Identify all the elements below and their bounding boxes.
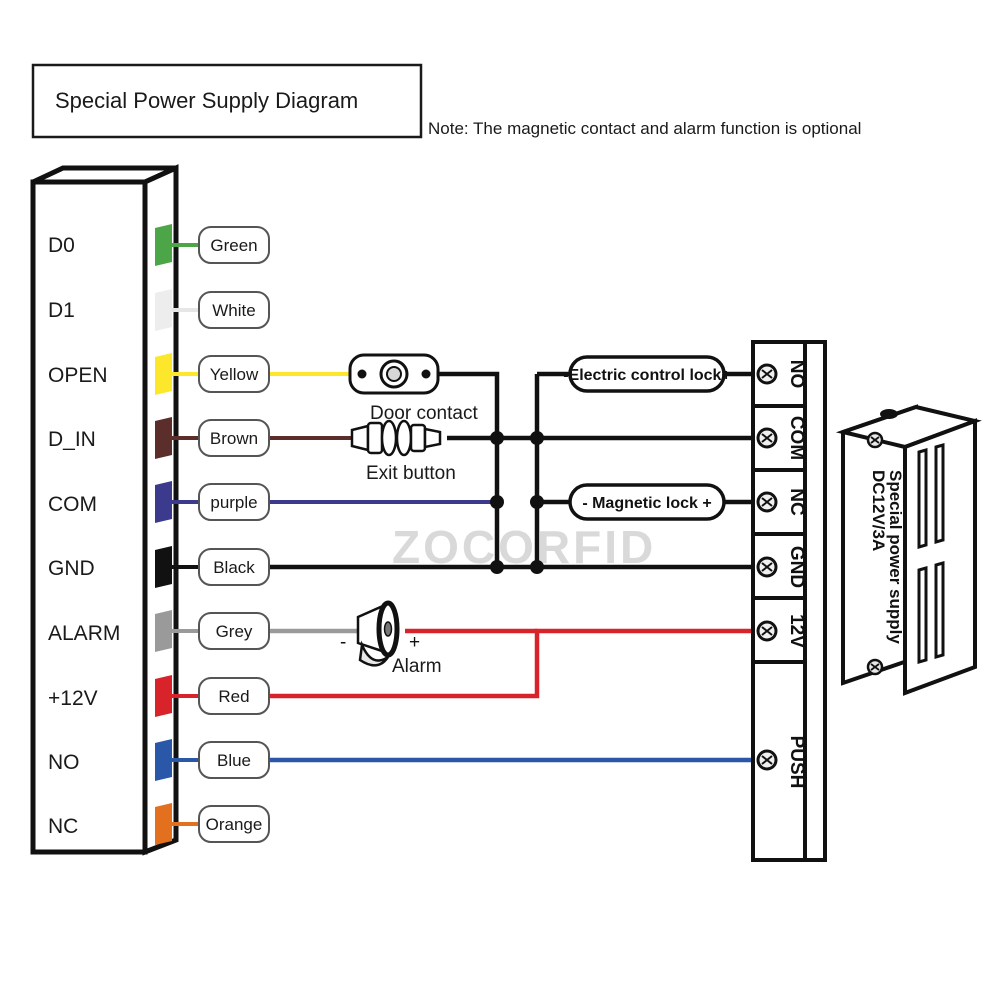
wire-color-pills: Green White Yellow Brown purple Black Gr… (198, 226, 270, 843)
wire-color-label-white: White (212, 301, 255, 320)
power-supply-model-line2: Special power supply (886, 470, 905, 644)
power-terminal-label-no: NO (786, 360, 807, 389)
terminal-screw-nc (756, 491, 778, 513)
wiring-diagram-svg: ZOCORFID Special Power Supply Diagram No… (30, 63, 982, 862)
wire-color-label-grey: Grey (216, 622, 253, 641)
terminal-screw-12v (756, 620, 778, 642)
controller-terminal-label-open: OPEN (48, 364, 108, 387)
wire-color-label-purple: purple (210, 493, 257, 512)
controller-terminal-label-12v: +12V (48, 687, 98, 710)
wire-color-label-red: Red (218, 687, 249, 706)
wire-pad-red (155, 675, 172, 717)
alarm-caption: Alarm (392, 656, 442, 677)
wire-pad-green (155, 224, 172, 266)
controller-terminal-label-gnd: GND (48, 557, 95, 580)
wire-pad-orange (155, 803, 172, 845)
power-terminal-label-12v: 12V (786, 614, 807, 648)
wire-pad-purple (155, 481, 172, 523)
wire-pad-blue (155, 739, 172, 781)
wire-color-pill-grey: Grey (198, 612, 270, 650)
controller-terminal-label-din: D_IN (48, 428, 96, 451)
power-supply-terminal-block: NO COM NC GND 12V PUSH (751, 340, 827, 862)
power-terminal-label-gnd: GND (786, 546, 807, 588)
wire-color-pill-black: Black (198, 548, 270, 586)
wire-color-pill-green: Green (198, 226, 270, 264)
controller-terminal-label-no: NO (48, 751, 80, 774)
terminal-screw-push (756, 749, 778, 771)
wire-pad-black (155, 546, 172, 588)
controller-terminal-label-d0: D0 (48, 234, 75, 257)
wire-color-pill-orange: Orange (198, 805, 270, 843)
wire-color-pill-white: White (198, 291, 270, 329)
door-contact-device (348, 353, 440, 395)
terminal-screw-gnd (756, 556, 778, 578)
controller-terminal-label-nc: NC (48, 815, 78, 838)
door-contact-screw-right (421, 369, 431, 379)
controller-terminal-label-com: COM (48, 493, 97, 516)
wire-color-label-orange: Orange (206, 815, 263, 834)
controller-terminal-label-d1: D1 (48, 299, 75, 322)
wire-color-label-green: Green (210, 236, 257, 255)
wire-color-label-yellow: Yellow (210, 365, 259, 384)
page-title: Special Power Supply Diagram (55, 88, 358, 113)
power-supply-model-line1: DC12V/3A (869, 470, 888, 551)
power-supply-knockout-hole (880, 409, 898, 419)
exit-button-device (350, 419, 442, 457)
wire-color-pill-red: Red (198, 677, 270, 715)
wire-pad-white (155, 289, 172, 331)
wire-color-pill-brown: Brown (198, 419, 270, 457)
power-terminal-label-com: COM (786, 416, 807, 460)
wire-color-pill-blue: Blue (198, 741, 270, 779)
wire-pad-yellow (155, 353, 172, 395)
power-supply-box: DC12V/3A Special power supply (835, 404, 982, 696)
title-box: Special Power Supply Diagram (31, 63, 423, 139)
magnetic-lock-label: - Magnetic lock + (582, 495, 711, 512)
terminal-screw-com (756, 427, 778, 449)
magnetic-lock: - Magnetic lock + (568, 483, 726, 521)
power-terminal-label-nc: NC (786, 488, 807, 516)
electric-control-lock: -Electric control lock+ (563, 355, 731, 393)
alarm-plus-sign: + (409, 632, 420, 653)
wire-color-label-black: Black (213, 558, 255, 577)
alarm-minus-sign: - (340, 632, 346, 653)
wire-pad-brown (155, 417, 172, 459)
terminal-screw-no (756, 363, 778, 385)
diagram-canvas: ZOCORFID Special Power Supply Diagram No… (0, 0, 1000, 1000)
note-text: Note: The magnetic contact and alarm fun… (428, 119, 861, 138)
wire-color-pill-purple: purple (198, 483, 270, 521)
electric-control-lock-label: -Electric control lock+ (563, 367, 731, 384)
controller-terminal-label-alarm: ALARM (48, 622, 120, 645)
power-terminal-label-push: PUSH (786, 736, 807, 789)
wire-pad-grey (155, 610, 172, 652)
wire-color-label-blue: Blue (217, 751, 251, 770)
wire-color-pill-yellow: Yellow (198, 355, 270, 393)
door-contact-screw-left (357, 369, 367, 379)
wire-color-label-brown: Brown (210, 429, 258, 448)
exit-button-caption: Exit button (366, 463, 456, 484)
